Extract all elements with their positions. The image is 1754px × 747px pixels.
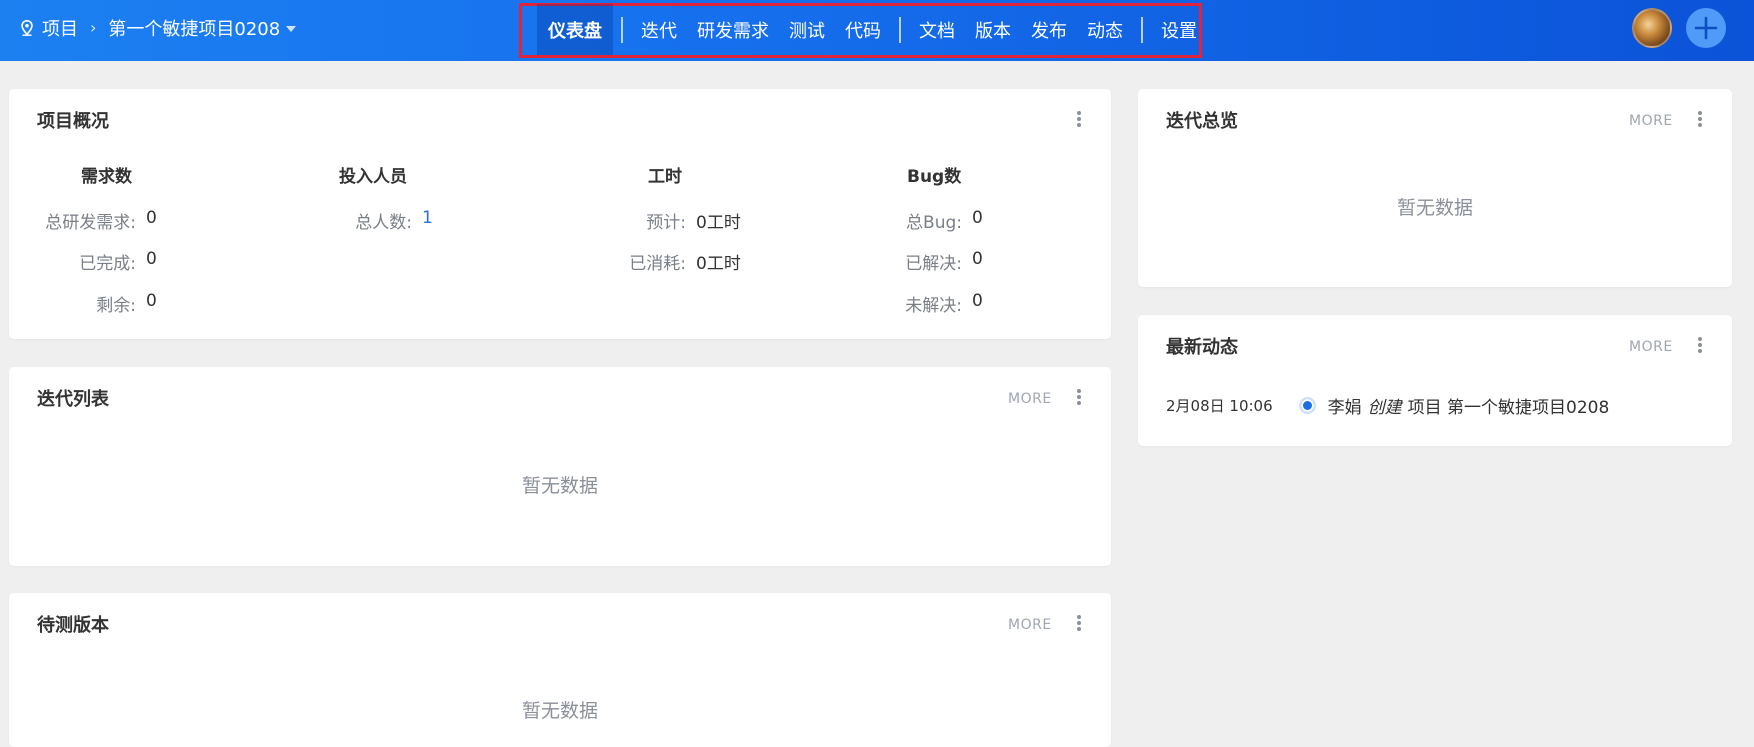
tab-dashboard[interactable]: 仪表盘 — [537, 4, 613, 55]
tab-requirements[interactable]: 研发需求 — [687, 4, 779, 55]
chevron-down-icon[interactable] — [286, 26, 297, 32]
pending-versions-card: 待测版本 MORE 暂无数据 — [9, 593, 1111, 747]
card-title: 迭代总览 — [1166, 111, 1238, 132]
breadcrumb: 项目 › 第一个敏捷项目0208 — [18, 0, 297, 55]
breadcrumb-projects-link[interactable]: 项目 — [42, 15, 78, 41]
requirements-heading: 需求数 — [81, 167, 132, 187]
chevron-right-icon: › — [90, 18, 97, 37]
tab-iterations[interactable]: 迭代 — [631, 4, 687, 55]
more-link[interactable]: MORE — [1008, 391, 1052, 407]
stat-remaining-requirements: 剩余: 0 — [96, 291, 157, 316]
card-title: 待测版本 — [37, 615, 109, 636]
tab-settings[interactable]: 设置 — [1151, 4, 1207, 55]
more-link[interactable]: MORE — [1629, 113, 1673, 129]
worktime-heading: 工时 — [648, 167, 682, 187]
staff-heading: 投入人员 — [339, 167, 407, 187]
iteration-list-card: 迭代列表 MORE 暂无数据 — [9, 367, 1111, 566]
project-pin-icon — [21, 19, 33, 36]
stat-consumed-hours: 已消耗: 0工时 — [629, 254, 741, 274]
top-header: 项目 › 第一个敏捷项目0208 仪表盘 迭代 研发需求 测试 代码 文档 版本… — [0, 0, 1754, 61]
activity-item: 2月08日 10:06 李娟 创建 项目 第一个敏捷项目0208 — [1166, 393, 1609, 418]
stat-estimated-hours: 预计: 0工时 — [646, 213, 741, 233]
project-name-dropdown[interactable]: 第一个敏捷项目0208 — [108, 15, 280, 41]
activity-time: 2月08日 10:06 — [1166, 397, 1273, 415]
total-staff-link[interactable]: 1 — [422, 208, 433, 233]
add-button[interactable] — [1686, 8, 1726, 48]
tab-versions[interactable]: 版本 — [965, 4, 1021, 55]
activity-user: 李娟 — [1327, 398, 1362, 418]
tab-docs[interactable]: 文档 — [909, 4, 965, 55]
stat-total-requirements: 总研发需求: 0 — [45, 208, 157, 233]
nav-divider — [899, 16, 901, 43]
more-options-icon[interactable] — [1076, 613, 1082, 635]
more-options-icon[interactable] — [1076, 387, 1082, 409]
tab-testing[interactable]: 测试 — [779, 4, 835, 55]
card-title: 项目概况 — [37, 111, 109, 132]
plus-icon — [1694, 16, 1718, 40]
more-link[interactable]: MORE — [1629, 339, 1673, 355]
stat-unresolved-bugs: 未解决: 0 — [905, 291, 983, 316]
stat-resolved-bugs: 已解决: 0 — [905, 249, 983, 274]
bug-heading: Bug数 — [907, 167, 962, 187]
more-link[interactable]: MORE — [1008, 617, 1052, 633]
tab-releases[interactable]: 发布 — [1021, 4, 1077, 55]
user-avatar[interactable] — [1632, 8, 1672, 48]
card-title: 迭代列表 — [37, 389, 109, 410]
tab-code[interactable]: 代码 — [835, 4, 891, 55]
more-options-icon[interactable] — [1697, 109, 1703, 131]
empty-state: 暂无数据 — [521, 700, 598, 722]
project-nav: 仪表盘 迭代 研发需求 测试 代码 文档 版本 发布 动态 设置 — [537, 4, 1207, 55]
empty-state: 暂无数据 — [1396, 197, 1473, 219]
more-options-icon[interactable] — [1697, 335, 1703, 357]
latest-activity-card: 最新动态 MORE 2月08日 10:06 李娟 创建 项目 第一个敏捷项目0208 — [1138, 315, 1732, 446]
more-options-icon[interactable] — [1076, 109, 1082, 131]
activity-text: 李娟 创建 项目 第一个敏捷项目0208 — [1328, 393, 1610, 418]
card-title: 最新动态 — [1166, 337, 1238, 358]
activity-verb: 创建 — [1367, 398, 1402, 418]
iteration-overview-card: 迭代总览 MORE 暂无数据 — [1138, 89, 1732, 287]
stat-total-bugs: 总Bug: 0 — [906, 208, 983, 233]
empty-state: 暂无数据 — [521, 475, 598, 497]
timeline-dot-icon — [1298, 397, 1316, 414]
stat-total-staff: 总人数: 1 — [355, 208, 433, 233]
nav-divider — [621, 16, 623, 43]
stat-completed-requirements: 已完成: 0 — [79, 249, 157, 274]
nav-divider — [1141, 16, 1143, 43]
tab-activity[interactable]: 动态 — [1077, 4, 1133, 55]
activity-object-link[interactable]: 项目 第一个敏捷项目0208 — [1408, 398, 1610, 418]
